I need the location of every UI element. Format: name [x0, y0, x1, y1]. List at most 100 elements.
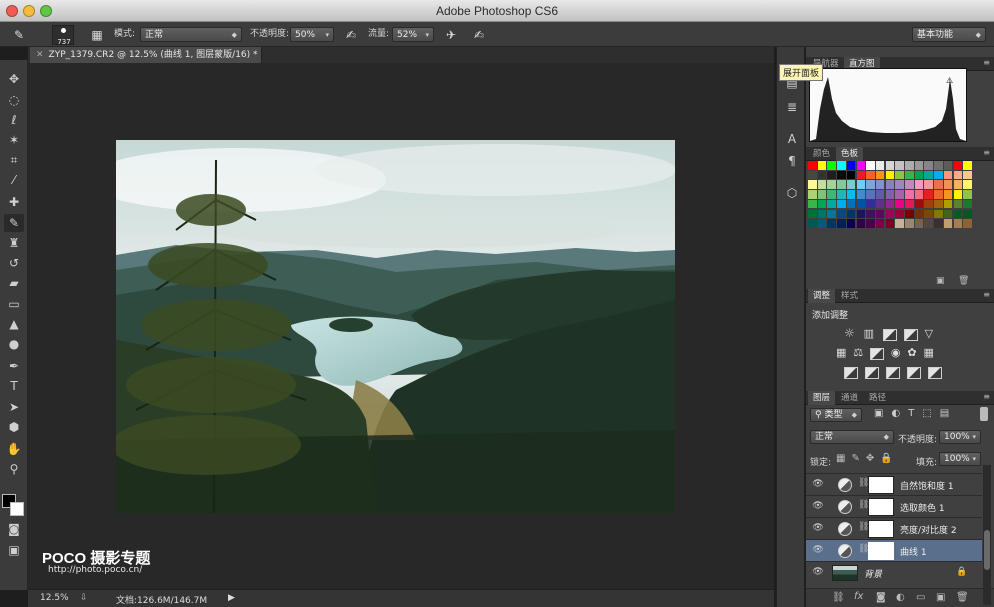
color-swatch[interactable] [895, 219, 904, 228]
clone-stamp-tool-icon[interactable]: ♜ [4, 234, 24, 252]
color-swatch[interactable] [808, 170, 817, 180]
color-swatch[interactable] [846, 180, 856, 189]
dodge-tool-icon[interactable]: ● [4, 335, 24, 353]
color-swatch[interactable] [953, 180, 963, 189]
new-layer-icon[interactable]: ▣ [936, 592, 945, 603]
color-swatch[interactable] [943, 199, 953, 209]
mode-select[interactable]: 正常 ◆ [140, 27, 242, 42]
color-swatch[interactable] [837, 209, 846, 219]
color-swatch[interactable] [914, 170, 924, 180]
gradient-map-icon[interactable] [927, 367, 942, 379]
curves-icon[interactable] [882, 328, 897, 341]
color-swatch[interactable] [837, 219, 846, 228]
color-swatch[interactable] [953, 170, 963, 180]
hand-tool-icon[interactable]: ✋ [4, 440, 24, 458]
layer-row[interactable]: 👁 ⛓ 选取颜色 1 [806, 495, 982, 517]
posterize-icon[interactable] [864, 367, 879, 379]
color-swatch[interactable] [827, 161, 836, 170]
color-swatch[interactable] [846, 170, 856, 180]
color-swatch[interactable] [817, 209, 827, 219]
screen-mode-icon[interactable]: ▣ [4, 541, 24, 559]
visibility-eye-icon[interactable]: 👁 [812, 501, 824, 512]
3d-panel-icon[interactable]: ⬡ [783, 185, 801, 201]
color-swatch[interactable] [885, 161, 895, 170]
color-swatch[interactable] [963, 180, 972, 189]
pen-tool-icon[interactable]: ✒ [4, 357, 24, 375]
gradient-tool-icon[interactable]: ▭ [4, 295, 24, 313]
color-swatch[interactable] [924, 170, 933, 180]
brush-tool-icon[interactable]: ✎ [4, 214, 24, 232]
color-swatch[interactable] [837, 199, 846, 209]
color-swatch[interactable] [914, 199, 924, 209]
healing-brush-tool-icon[interactable]: ✚ [4, 193, 24, 211]
filter-shape-icon[interactable]: ⬚ [922, 408, 939, 419]
color-balance-icon[interactable]: ⚖ [853, 346, 863, 359]
photo-filter-icon[interactable]: ◉ [891, 346, 901, 359]
panel-menu-icon[interactable]: ≡ [983, 290, 990, 299]
color-swatch[interactable] [953, 190, 963, 199]
color-swatch[interactable] [817, 180, 827, 189]
color-swatch[interactable] [856, 180, 866, 189]
panel-menu-icon[interactable]: ≡ [983, 58, 990, 67]
panel-menu-icon[interactable]: ≡ [983, 392, 990, 401]
delete-swatch-icon[interactable]: 🗑 [958, 276, 969, 286]
visibility-eye-icon[interactable]: 👁 [812, 545, 824, 556]
color-swatch[interactable] [875, 190, 885, 199]
eraser-tool-icon[interactable]: ▰ [4, 274, 24, 292]
color-swatch[interactable] [895, 170, 904, 180]
canvas-area[interactable]: POCO 摄影专题 http://photo.poco.cn/ [28, 63, 774, 589]
color-swatch[interactable] [943, 219, 953, 228]
color-swatch[interactable] [905, 161, 914, 170]
tab-paths[interactable]: 路径 [864, 391, 891, 405]
exposure-icon[interactable] [903, 328, 918, 341]
color-swatch[interactable] [924, 190, 933, 199]
color-swatch[interactable] [934, 180, 943, 189]
color-swatch[interactable] [885, 170, 895, 180]
color-swatch[interactable] [856, 199, 866, 209]
color-lookup-icon[interactable]: ▦ [923, 346, 933, 359]
filter-type-icon[interactable]: T [908, 408, 922, 419]
tab-layers[interactable]: 图层 [808, 391, 836, 405]
color-swatch[interactable] [895, 180, 904, 189]
color-swatch[interactable] [885, 180, 895, 189]
actions-panel-icon[interactable]: ≣ [783, 99, 801, 115]
layer-mask-thumbnail[interactable] [868, 542, 894, 560]
color-swatch[interactable] [905, 170, 914, 180]
layer-kind-filter[interactable]: ⚲ 类型 ◆ [810, 408, 862, 422]
color-swatch[interactable] [808, 180, 817, 189]
layer-mask-thumbnail[interactable] [868, 520, 894, 538]
fill-field[interactable]: 100% ▾ [939, 452, 981, 466]
histogram-warning-icon[interactable]: ⚠ [946, 76, 953, 85]
color-swatch[interactable] [856, 161, 866, 170]
color-swatch[interactable] [827, 209, 836, 219]
tab-color[interactable]: 颜色 [808, 147, 835, 161]
color-swatch[interactable] [827, 170, 836, 180]
color-swatch[interactable] [914, 180, 924, 189]
color-swatch[interactable] [827, 199, 836, 209]
paragraph-panel-icon[interactable]: ¶ [783, 153, 801, 169]
color-swatch[interactable] [963, 161, 972, 170]
color-swatch[interactable] [953, 161, 963, 170]
new-swatch-icon[interactable]: ▣ [936, 276, 945, 286]
layer-row[interactable]: 👁 ⛓ 自然饱和度 1 [806, 473, 982, 495]
color-swatch[interactable] [924, 199, 933, 209]
lock-all-icon[interactable]: 🔒 [880, 453, 898, 464]
threshold-icon[interactable] [885, 367, 900, 379]
tab-adjustments[interactable]: 调整 [808, 289, 836, 303]
layer-name[interactable]: 选取颜色 1 [900, 501, 945, 514]
color-swatch[interactable] [924, 219, 933, 228]
tab-channels[interactable]: 通道 [836, 391, 863, 405]
visibility-eye-icon[interactable]: 👁 [812, 523, 824, 534]
color-swatch[interactable] [934, 190, 943, 199]
color-swatch[interactable] [846, 161, 856, 170]
filter-toggle-icon[interactable] [980, 407, 988, 421]
color-swatch[interactable] [943, 209, 953, 219]
crop-tool-icon[interactable]: ⌗ [4, 151, 24, 169]
color-swatch[interactable] [895, 209, 904, 219]
quick-mask-icon[interactable]: ◙ [4, 520, 24, 538]
layer-row[interactable]: 👁 背景 🔒 [806, 561, 982, 583]
color-swatch[interactable] [866, 190, 875, 199]
color-swatch[interactable] [866, 180, 875, 189]
color-swatch[interactable] [905, 209, 914, 219]
layer-mask-thumbnail[interactable] [868, 476, 894, 494]
